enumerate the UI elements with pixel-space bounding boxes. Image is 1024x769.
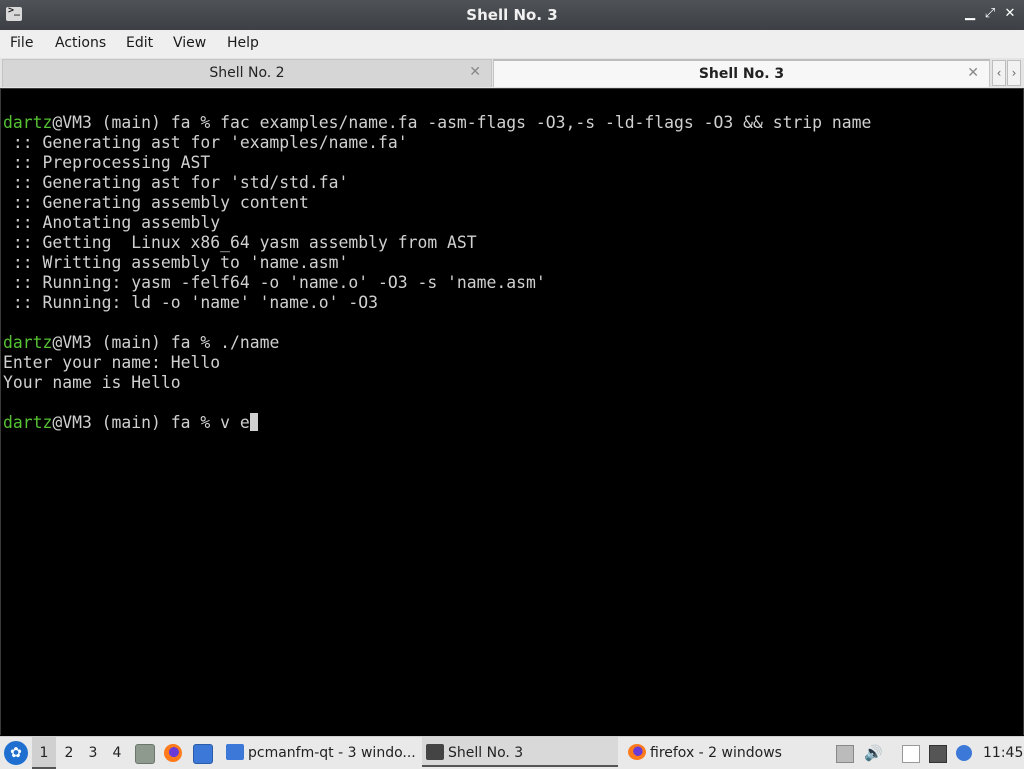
terminal-line: :: Generating ast for 'std/std.fa' <box>3 173 871 193</box>
line-text: :: Generating assembly content <box>3 193 309 212</box>
menu-bar: File Actions Edit View Help <box>0 30 1024 59</box>
terminal-line: Your name is Hello <box>3 373 871 393</box>
text-cursor <box>249 413 258 431</box>
line-text: @VM3 (main) fa % v e <box>52 413 250 432</box>
terminal-line: :: Writting assembly to 'name.asm' <box>3 253 871 273</box>
window-titlebar[interactable]: >_ Shell No. 3 ▁ ⤢ ✕ <box>0 0 1024 30</box>
taskbar: ✿ 1 2 3 4 pcmanfm-qt - 3 windo... Shell … <box>0 736 1024 769</box>
tab-close-icon[interactable]: ✕ <box>469 64 481 80</box>
task-label: firefox - 2 windows <box>650 745 782 761</box>
terminal-line: :: Running: ld -o 'name' 'name.o' -O3 <box>3 293 871 313</box>
firefox-icon <box>628 744 646 760</box>
tab-bar: Shell No. 2 ✕ Shell No. 3 ✕ <box>0 58 1024 88</box>
tab-shell-2[interactable]: Shell No. 2 ✕ <box>2 59 492 87</box>
terminal-line: :: Running: yasm -felf64 -o 'name.o' -O3… <box>3 273 871 293</box>
task-label: Shell No. 3 <box>448 745 524 761</box>
tab-close-icon[interactable]: ✕ <box>967 65 979 81</box>
desktop-switch-2[interactable]: 2 <box>57 737 81 769</box>
menu-view[interactable]: View <box>173 35 206 51</box>
start-menu-icon[interactable]: ✿ <box>4 741 28 765</box>
window-title: Shell No. 3 <box>466 6 558 24</box>
terminal-icon <box>426 744 444 760</box>
task-firefox[interactable]: firefox - 2 windows <box>624 737 820 769</box>
firefox-launcher-icon[interactable] <box>164 744 182 762</box>
task-shell[interactable]: Shell No. 3 <box>422 737 618 767</box>
tab-scroll-left-button[interactable]: ‹ <box>992 60 1006 86</box>
prompt-user: dartz <box>3 413 53 432</box>
terminal-line: dartz@VM3 (main) fa % ./name <box>3 333 871 353</box>
desktop-switch-3[interactable]: 3 <box>81 737 105 769</box>
folder-icon <box>226 744 244 760</box>
prompt-user: dartz <box>3 333 53 352</box>
terminal-area[interactable]: dartz@VM3 (main) fa % fac examples/name.… <box>0 88 1024 735</box>
terminal-line: :: Preprocessing AST <box>3 153 871 173</box>
clipboard-tray-icon[interactable] <box>836 745 854 763</box>
notes-tray-icon[interactable] <box>902 745 920 763</box>
line-text: @VM3 (main) fa % fac examples/name.fa -a… <box>52 113 872 132</box>
line-text: :: Running: ld -o 'name' 'name.o' -O3 <box>3 293 378 312</box>
line-text: :: Generating ast for 'std/std.fa' <box>3 173 349 192</box>
line-text: Enter your name: Hello <box>3 353 221 372</box>
minimize-button[interactable]: ▁ <box>962 6 978 22</box>
menu-actions[interactable]: Actions <box>55 35 106 51</box>
line-text: :: Anotating assembly <box>3 213 221 232</box>
tab-label: Shell No. 2 <box>209 65 285 81</box>
line-text: @VM3 (main) fa % ./name <box>52 333 280 352</box>
terminal-line: :: Generating ast for 'examples/name.fa' <box>3 133 871 153</box>
tab-shell-3[interactable]: Shell No. 3 ✕ <box>493 59 990 87</box>
menu-file[interactable]: File <box>10 35 33 51</box>
menu-help[interactable]: Help <box>227 35 259 51</box>
file-manager-launcher-icon[interactable] <box>135 744 155 764</box>
line-text: :: Running: yasm -felf64 -o 'name.o' -O3… <box>3 273 546 292</box>
prompt-user: dartz <box>3 113 53 132</box>
network-icon[interactable] <box>929 745 947 763</box>
terminal-output: dartz@VM3 (main) fa % fac examples/name.… <box>3 113 871 433</box>
line-text: Your name is Hello <box>3 373 181 392</box>
desktop-switch-4[interactable]: 4 <box>105 737 129 769</box>
line-text: :: Preprocessing AST <box>3 153 211 172</box>
close-button[interactable]: ✕ <box>1002 6 1018 22</box>
line-text: :: Getting Linux x86_64 yasm assembly fr… <box>3 233 477 252</box>
line-text: :: Generating ast for 'examples/name.fa' <box>3 133 408 152</box>
terminal-line: :: Generating assembly content <box>3 193 871 213</box>
clock[interactable]: 11:45 <box>983 737 1023 769</box>
volume-icon[interactable]: 🔊 <box>864 745 883 761</box>
desktop-switch-1[interactable]: 1 <box>32 737 56 769</box>
line-text: :: Writting assembly to 'name.asm' <box>3 253 349 272</box>
task-pcmanfm[interactable]: pcmanfm-qt - 3 windo... <box>222 737 418 769</box>
restore-button[interactable]: ⤢ <box>982 6 998 22</box>
terminal-line: dartz@VM3 (main) fa % fac examples/name.… <box>3 113 871 133</box>
menu-edit[interactable]: Edit <box>126 35 153 51</box>
show-desktop-icon[interactable] <box>193 744 213 764</box>
notification-icon[interactable] <box>956 745 972 761</box>
terminal-line: Enter your name: Hello <box>3 353 871 373</box>
terminal-line: :: Getting Linux x86_64 yasm assembly fr… <box>3 233 871 253</box>
terminal-line: dartz@VM3 (main) fa % v e <box>3 413 871 433</box>
tab-label: Shell No. 3 <box>698 66 785 82</box>
terminal-line: :: Anotating assembly <box>3 213 871 233</box>
tab-scroll-right-button[interactable]: › <box>1007 60 1021 86</box>
task-label: pcmanfm-qt - 3 windo... <box>248 745 416 761</box>
